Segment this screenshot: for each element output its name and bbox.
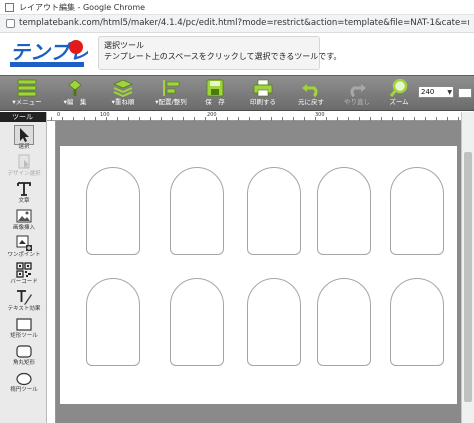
tool-design-select[interactable]: デザイン選択: [5, 153, 43, 178]
tool-rounded-rectangle-label: 角丸矩形: [12, 360, 35, 366]
nail-tip-shape[interactable]: [317, 167, 371, 255]
image-icon: [16, 209, 32, 223]
horizontal-ruler: 0 100 200 300: [47, 112, 461, 121]
edit-button-label: ▾編 集: [63, 98, 87, 106]
ruler-label: 300: [315, 112, 325, 118]
tool-palette: ツール 選択 デザイン選択 文章 画像挿入 ワンポイント バーコード テキスト効…: [0, 112, 47, 423]
save-button-label: 保 存: [205, 98, 225, 106]
redo-button-label: やり直し: [344, 98, 370, 106]
tool-palette-header: ツール: [0, 112, 46, 122]
tool-rectangle-label: 矩形ツール: [10, 333, 38, 339]
menu-icon: [17, 79, 37, 97]
text-icon: [17, 182, 31, 196]
nail-tip-shape[interactable]: [390, 167, 444, 255]
pointer-icon: [14, 125, 34, 145]
address-bar[interactable]: templatebank.com/html5/maker/4.1.4/pc/ed…: [0, 15, 474, 33]
nail-tip-shape[interactable]: [170, 167, 224, 255]
layers-icon: [113, 79, 133, 98]
layer-order-button-label: ▾重ね順: [111, 98, 135, 106]
zoom-level-value: 240: [421, 88, 435, 96]
nail-tip-shape[interactable]: [390, 278, 444, 366]
template-paper[interactable]: [60, 146, 457, 404]
url-text[interactable]: templatebank.com/html5/maker/4.1.4/pc/ed…: [19, 18, 469, 28]
align-button[interactable]: ▾配置/整列: [148, 78, 194, 110]
print-button[interactable]: 印刷する: [240, 78, 286, 110]
print-button-label: 印刷する: [250, 98, 276, 106]
window-title-bar: レイアウト編集 - Google Chrome: [0, 0, 474, 15]
rounded-rectangle-icon: [16, 345, 32, 358]
edit-button[interactable]: ▾編 集: [52, 78, 98, 110]
layer-order-button[interactable]: ▾重ね順: [100, 78, 146, 110]
app-header: テンプレートBANK 選択ツール テンプレート上のスペースをクリックして選択でき…: [0, 33, 474, 75]
ellipse-icon: [16, 372, 32, 386]
scrollbar-thumb[interactable]: [464, 152, 472, 402]
redo-icon: [350, 84, 366, 98]
nail-tip-shape[interactable]: [170, 278, 224, 366]
nail-tip-shape[interactable]: [247, 167, 301, 255]
tool-image-insert-label: 画像挿入: [12, 225, 35, 231]
menu-button-label: ▾メニュー: [12, 98, 42, 106]
toolbar-extra-field[interactable]: [458, 88, 472, 98]
main-toolbar: ▾メニュー ▾編 集 ▾重ね順 ▾配置/整列 保 存 印刷する 元に戻す やり直…: [0, 75, 474, 111]
save-button[interactable]: 保 存: [192, 78, 238, 110]
edit-icon: [68, 79, 82, 96]
text-effect-icon: [17, 290, 32, 305]
vertical-scrollbar[interactable]: [461, 112, 474, 423]
ruler-label: 100: [100, 112, 110, 118]
tool-ellipse-label: 楕円ツール: [10, 387, 38, 393]
tool-rectangle[interactable]: 矩形ツール: [5, 315, 43, 340]
tool-image-insert[interactable]: 画像挿入: [5, 207, 43, 232]
barcode-icon: [16, 262, 32, 278]
undo-button-label: 元に戻す: [298, 98, 324, 106]
menu-button[interactable]: ▾メニュー: [4, 78, 50, 110]
tool-rounded-rectangle[interactable]: 角丸矩形: [5, 342, 43, 367]
ruler-label: 0: [57, 112, 61, 118]
tool-clipart-label: ワンポイント: [7, 252, 41, 258]
tool-design-select-label: デザイン選択: [7, 171, 41, 177]
tool-select-label: 選択: [18, 144, 30, 150]
site-info-icon[interactable]: [6, 19, 15, 28]
template-bank-logo[interactable]: テンプレートBANK: [8, 35, 88, 71]
tool-barcode[interactable]: バーコード: [5, 261, 43, 286]
redo-button[interactable]: やり直し: [334, 78, 380, 110]
clipart-icon: [16, 235, 32, 251]
tool-barcode-label: バーコード: [10, 279, 38, 285]
undo-button[interactable]: 元に戻す: [288, 78, 334, 110]
nail-tip-shape[interactable]: [86, 278, 140, 366]
tool-select[interactable]: 選択: [5, 125, 43, 151]
tool-ellipse[interactable]: 楕円ツール: [5, 369, 43, 394]
align-button-label: ▾配置/整列: [155, 98, 187, 106]
zoom-level-select[interactable]: 240 ▼: [418, 86, 454, 98]
app-window: レイアウト編集 - Google Chrome templatebank.com…: [0, 0, 474, 423]
rectangle-icon: [16, 318, 32, 331]
zoom-button[interactable]: ズーム: [376, 78, 422, 110]
print-icon: [253, 79, 273, 97]
tool-info-description: テンプレート上のスペースをクリックして選択できるツールです。: [104, 52, 342, 61]
tool-text-label: 文章: [18, 198, 30, 204]
zoom-button-label: ズーム: [389, 98, 409, 106]
nail-tip-shape[interactable]: [317, 278, 371, 366]
zoom-icon: [389, 78, 408, 97]
vertical-ruler: [47, 121, 56, 423]
save-icon: [206, 79, 224, 97]
tool-text-effect[interactable]: テキスト効果: [5, 288, 43, 313]
nail-tip-shape[interactable]: [247, 278, 301, 366]
tool-text-effect-label: テキスト効果: [7, 306, 41, 312]
app-icon: [5, 3, 14, 12]
tool-info-box: 選択ツール テンプレート上のスペースをクリックして選択できるツールです。: [98, 36, 342, 70]
design-select-icon: [18, 154, 30, 169]
tool-text[interactable]: 文章: [5, 180, 43, 205]
align-icon: [163, 80, 180, 96]
nail-tip-shape[interactable]: [86, 167, 140, 255]
tool-clipart[interactable]: ワンポイント: [5, 234, 43, 259]
window-title: レイアウト編集 - Google Chrome: [19, 3, 146, 12]
tool-info-title: 選択ツール: [104, 41, 144, 50]
chevron-down-icon: ▼: [447, 89, 452, 96]
undo-icon: [302, 84, 318, 98]
